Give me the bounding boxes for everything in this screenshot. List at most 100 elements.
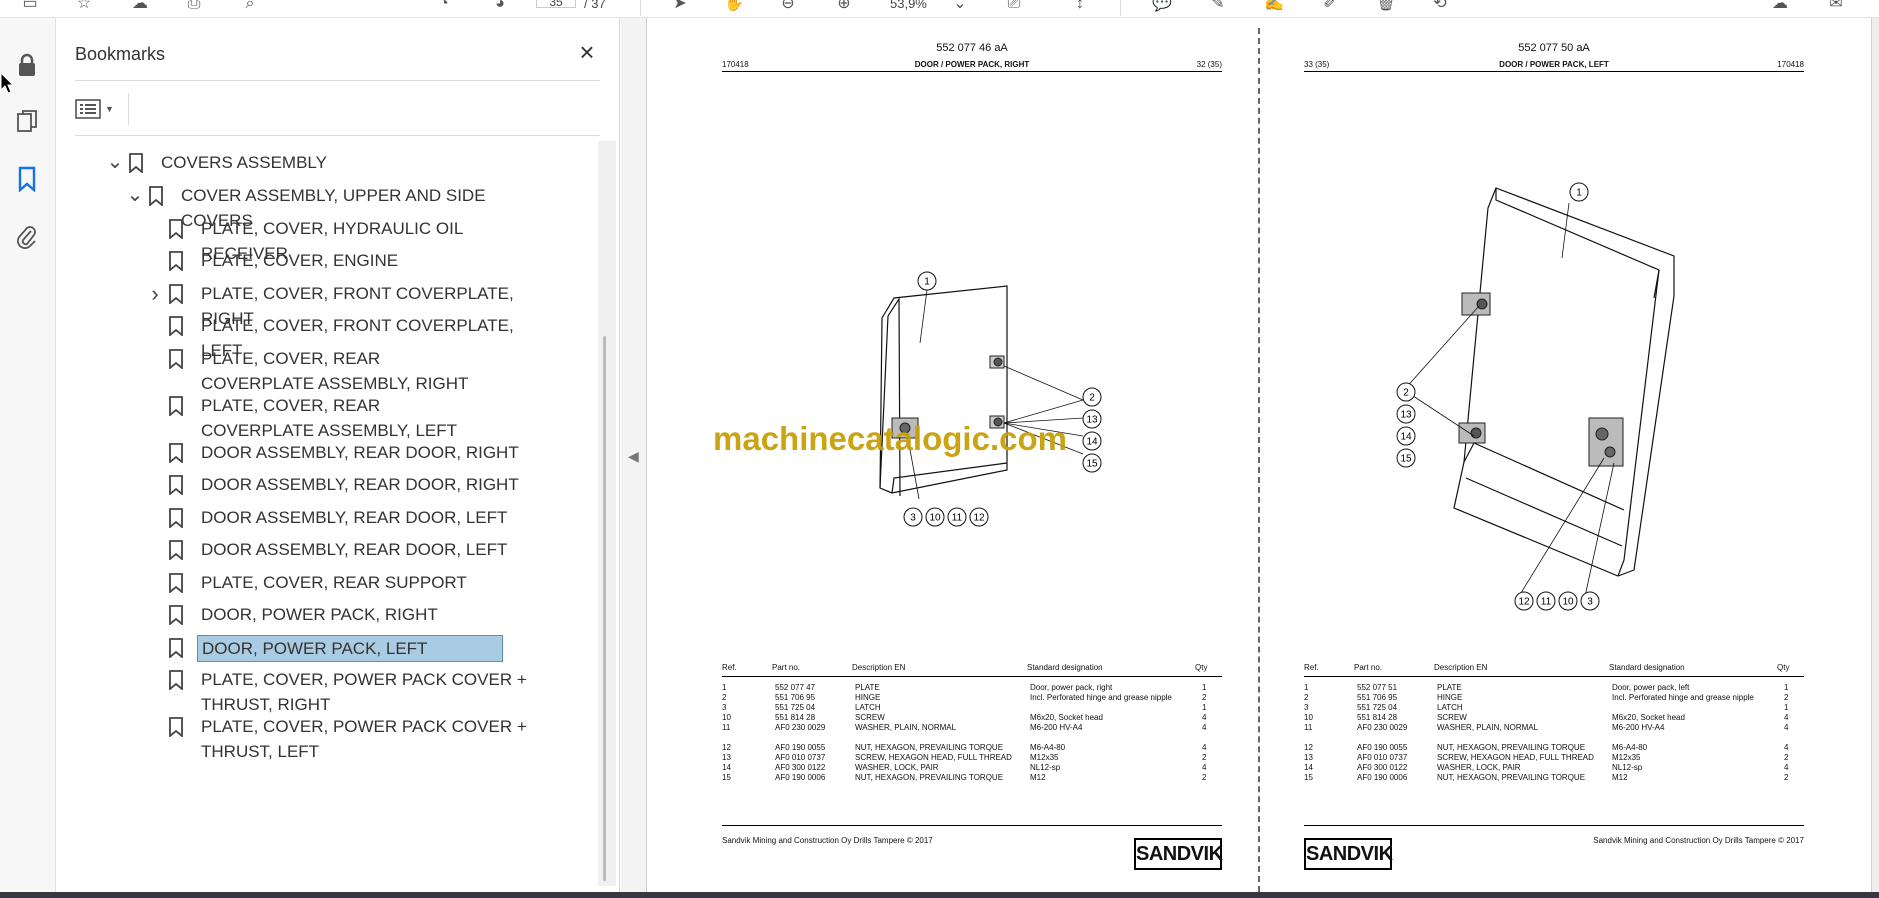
callout-number: 13 [1396,404,1416,424]
bookmark-item[interactable]: PLATE, COVER, POWER PACK COVER + THRUST,… [145,667,537,717]
scrollbar-thumb[interactable] [603,336,606,881]
table-cell: M6x20, Socket head [1612,713,1685,722]
table-cell: AF0 230 0029 [1357,723,1408,732]
bookmark-item[interactable]: PLATE, COVER, POWER PACK COVER + THRUST,… [145,714,537,764]
bookmark-icon [145,183,167,208]
footer-rule [722,825,1222,826]
table-cell: 14 [1304,763,1313,772]
lock-icon[interactable] [12,50,42,80]
bookmark-item[interactable]: DOOR, POWER PACK, LEFT [145,635,503,662]
table-cell: 552 077 47 [775,683,816,692]
signature-icon[interactable]: ✍ [1262,0,1286,14]
bookmark-item[interactable]: PLATE, COVER, REAR SUPPORT [145,570,471,595]
chevron-down-icon[interactable]: ⌄ [948,0,972,14]
chevron-right-icon[interactable]: › [145,281,165,306]
bookmark-label: DOOR ASSEMBLY, REAR DOOR, RIGHT [201,475,519,494]
print-icon[interactable]: ⎙ [182,0,206,14]
next-page-icon[interactable]: ◕ [488,0,512,14]
bookmark-item[interactable]: ⌄ COVERS ASSEMBLY [105,150,331,175]
rotate-icon[interactable]: ⟲ [1428,0,1452,14]
bookmark-icon [165,313,187,338]
page-fit-icon[interactable]: ⎚ [1002,0,1026,14]
bookmark-label: DOOR, POWER PACK, LEFT [197,635,503,662]
table-cell: NUT, HEXAGON, PREVAILING TORQUE [855,773,1004,782]
bookmark-item[interactable]: DOOR ASSEMBLY, REAR DOOR, LEFT [145,505,511,530]
email-icon[interactable]: ✉ [1824,0,1848,14]
draw-icon[interactable]: ✐ [1318,0,1342,14]
table-cell: 2 [1784,753,1789,762]
star-icon[interactable]: ☆ [72,0,96,14]
table-row: 1 552 077 51 PLATE Door, power pack, left 1 [1304,683,1804,693]
bookmark-label: DOOR ASSEMBLY, REAR DOOR, RIGHT [201,443,519,462]
chevron-down-icon[interactable]: ⌄ [105,150,125,175]
close-panel-button[interactable]: × [574,39,600,66]
callout-number: 2 [1396,382,1416,402]
attachment-icon[interactable] [12,222,42,252]
table-cell: 10 [722,713,731,722]
bookmark-label: PLATE, COVER, POWER PACK COVER + THRUST,… [201,670,527,714]
chevron-down-icon[interactable]: ⌄ [125,183,145,208]
share-cloud-icon[interactable]: ☁ [1768,0,1792,14]
table-cell: 552 077 51 [1357,683,1398,692]
panel-title: Bookmarks [75,44,166,64]
bookmark-label: PLATE, COVER, ENGINE [201,251,399,270]
page-number-input[interactable]: 35 [536,0,576,9]
table-cell: 13 [1304,753,1313,762]
upload-cloud-icon[interactable]: ☁ [128,0,152,14]
table-cell: 12 [722,743,731,752]
document-view[interactable]: 552 077 46 aA 170418 DOOR / POWER PACK, … [648,18,1879,892]
save-icon[interactable]: ▭ [18,0,42,14]
sandvik-logo: SANDVIK [1304,838,1393,870]
scroll-mode-icon[interactable]: ↕ [1068,0,1092,14]
table-cell: PLATE [855,683,880,692]
highlight-icon[interactable]: ✎ [1206,0,1230,14]
bookmark-icon [165,635,187,660]
hand-tool-icon[interactable]: ✋ [722,0,746,14]
header-title: DOOR / POWER PACK, LEFT [1499,60,1609,69]
select-cursor-icon[interactable]: ➤ [668,0,692,14]
previous-page-icon[interactable]: ◔ [432,0,456,14]
footer-rule [1304,825,1804,826]
bookmark-icon [165,537,187,562]
svg-text:14: 14 [1086,437,1098,448]
table-cell: 1 [1202,683,1207,692]
zoom-in-icon[interactable]: ⊕ [832,0,856,14]
callout-number: 2 [1082,387,1102,407]
header-right-code: 170418 [1777,60,1804,69]
collapse-panel-handle[interactable]: ◀ [621,18,647,892]
bookmark-item[interactable]: PLATE, COVER, REAR COVERPLATE ASSEMBLY, … [145,393,487,443]
bookmark-item[interactable]: DOOR ASSEMBLY, REAR DOOR, RIGHT [145,472,523,497]
table-cell: 2 [1202,773,1207,782]
bookmark-options-button[interactable]: ▼ [75,94,123,124]
header-title: DOOR / POWER PACK, RIGHT [914,60,1030,69]
bookmark-item[interactable]: DOOR, POWER PACK, RIGHT [145,602,442,627]
panel-scrollbar[interactable] [598,141,616,886]
callout-number: 1 [1569,182,1589,202]
comment-icon[interactable]: 💬 [1150,0,1174,14]
delete-icon[interactable]: 🗑 [1374,0,1398,14]
table-cell: AF0 190 0055 [775,743,826,752]
bookmark-item[interactable]: PLATE, COVER, ENGINE [145,248,402,273]
document-scrollbar[interactable] [1871,18,1879,892]
table-row: 3 551 725 04 LATCH 1 [722,703,1222,713]
bookmark-item[interactable]: DOOR ASSEMBLY, REAR DOOR, LEFT [145,537,511,562]
bookmark-item[interactable]: DOOR ASSEMBLY, REAR DOOR, RIGHT [145,440,523,465]
search-icon[interactable]: ⌕ [238,0,262,14]
svg-text:2: 2 [1089,393,1095,404]
table-cell: 4 [1202,713,1207,722]
table-cell: M6-A4-80 [1612,743,1648,752]
callout-number: 10 [1558,591,1578,611]
zoom-out-icon[interactable]: ⊖ [776,0,800,14]
table-cell: HINGE [1437,693,1463,702]
callout-number: 15 [1396,448,1416,468]
pages-thumbnails-icon[interactable] [12,106,42,136]
zoom-level-dropdown[interactable]: 53,9% [890,0,927,11]
bookmark-panel-icon[interactable] [12,164,42,194]
table-cell: 1 [722,683,727,692]
bookmark-label: PLATE, COVER, REAR SUPPORT [201,573,467,592]
bookmark-item[interactable]: PLATE, COVER, REAR COVERPLATE ASSEMBLY, … [145,346,487,396]
